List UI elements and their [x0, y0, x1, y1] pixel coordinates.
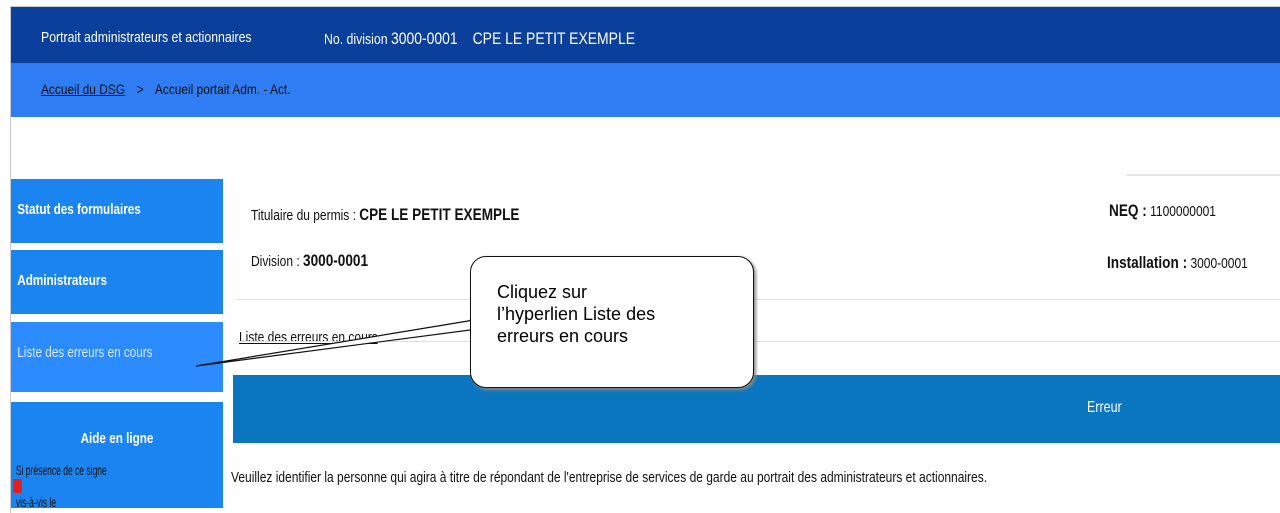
- sidebar-item-label: Administrateurs: [17, 272, 107, 289]
- sidebar-item-statut[interactable]: Statut des formulaires: [11, 179, 223, 243]
- callout-line: l’hyperlien Liste des: [497, 304, 656, 324]
- callout-line: Cliquez sur: [497, 282, 588, 302]
- errors-table-header: Erreur: [233, 375, 1280, 443]
- division-info: No. division 3000-0001 CPE LE PETIT EXEM…: [324, 29, 635, 49]
- division-line: Division : 3000-0001: [251, 251, 368, 271]
- red-flag-icon: [13, 479, 22, 493]
- neq-line: NEQ : 1100000001: [1109, 201, 1216, 221]
- division-label: No. division: [324, 31, 388, 48]
- installation-value: 3000-0001: [1190, 255, 1248, 272]
- column-header-erreur: Erreur: [1087, 399, 1122, 416]
- sidebar-item-label: Liste des erreurs en cours: [17, 344, 153, 361]
- app-title: Portrait administrateurs et actionnaires: [41, 29, 252, 46]
- titulaire-label: Titulaire du permis :: [251, 207, 356, 224]
- divider: [1127, 174, 1280, 176]
- titulaire-value: CPE LE PETIT EXEMPLE: [359, 205, 520, 224]
- breadcrumb-separator: >: [136, 81, 144, 97]
- installation-label: Installation :: [1107, 253, 1188, 272]
- neq-label: NEQ :: [1109, 201, 1147, 220]
- division-field-label: Division :: [251, 253, 300, 270]
- callout-bubble: Cliquez sur l’hyperlien Liste des erreur…: [470, 256, 754, 388]
- breadcrumb-home-link[interactable]: Accueil du DSG: [41, 81, 125, 97]
- organization-name: CPE LE PETIT EXEMPLE: [472, 29, 636, 48]
- sidebar-item-liste-erreurs[interactable]: Liste des erreurs en cours: [11, 322, 223, 392]
- division-number: 3000-0001: [391, 29, 458, 48]
- neq-value: 1100000001: [1150, 203, 1216, 220]
- section-title: Liste des erreurs en cours: [239, 329, 378, 346]
- callout-line: erreurs en cours: [497, 326, 629, 346]
- notice-text-before: Si présence de ce signe: [15, 462, 107, 478]
- breadcrumb: Accueil du DSG > Accueil portait Adm. - …: [41, 81, 291, 97]
- notice-text-after: vis-à-vis le: [15, 494, 57, 510]
- divider: [237, 341, 1280, 342]
- sidebar-item-administrateurs[interactable]: Administrateurs: [11, 250, 223, 314]
- sidebar-item-label: Statut des formulaires: [17, 201, 141, 218]
- instruction-message: Veuillez identifier la personne qui agir…: [231, 469, 988, 486]
- top-header: Portrait administrateurs et actionnaires…: [11, 7, 1280, 63]
- divider: [237, 299, 1280, 300]
- division-field-value: 3000-0001: [303, 251, 369, 270]
- sidebar-item-aide[interactable]: Aide en ligne Si présence de ce signe vis…: [11, 402, 223, 510]
- flag-notice: Si présence de ce signe vis-à-vis le: [11, 462, 134, 510]
- installation-line: Installation : 3000-0001: [1107, 253, 1248, 273]
- callout-text: Cliquez sur l’hyperlien Liste des erreur…: [497, 281, 737, 347]
- breadcrumb-bar: Accueil du DSG > Accueil portait Adm. - …: [11, 63, 1280, 117]
- breadcrumb-current: Accueil portait Adm. - Act.: [154, 81, 291, 97]
- sidebar-item-label: Aide en ligne: [80, 430, 154, 447]
- titulaire-line: Titulaire du permis : CPE LE PETIT EXEMP…: [251, 205, 519, 225]
